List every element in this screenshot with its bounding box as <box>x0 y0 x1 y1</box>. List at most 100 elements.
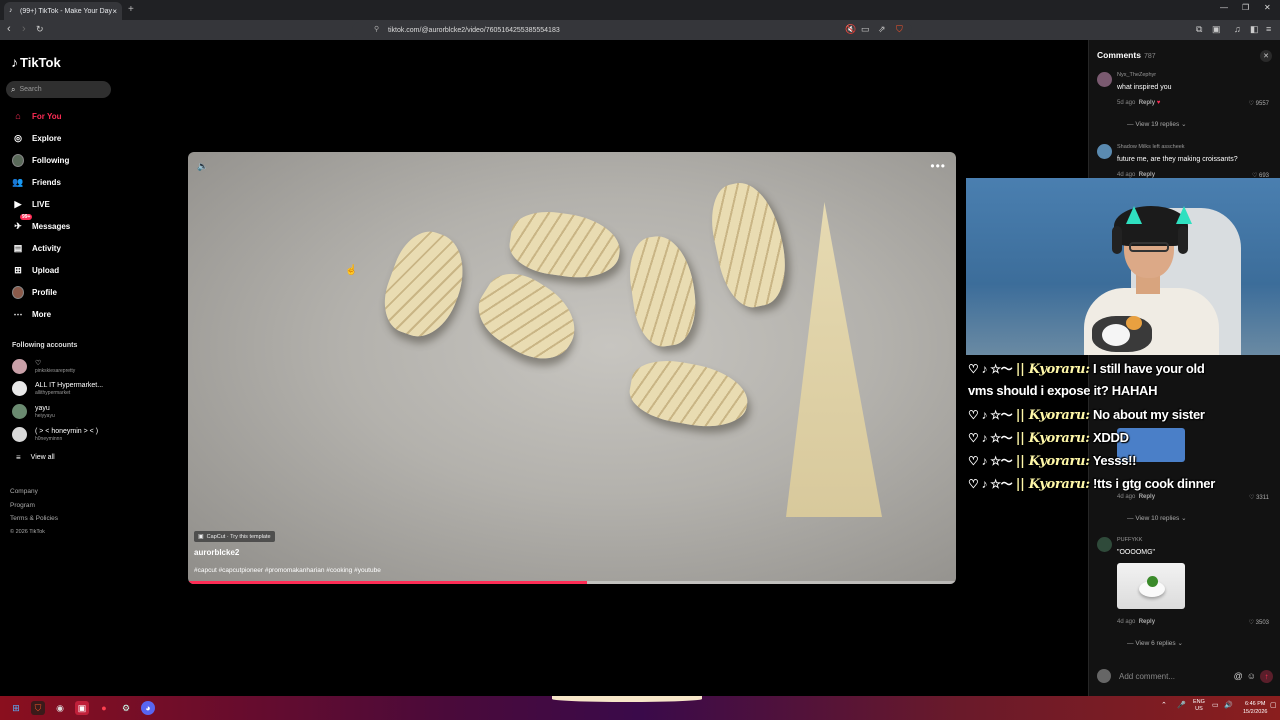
comment-text: what inspired you <box>1117 84 1172 91</box>
emoji-icon[interactable]: ☺ <box>1247 671 1256 681</box>
share-icon[interactable]: ⇗ <box>878 24 886 35</box>
tray-app-icon[interactable]: 🎤 <box>1177 701 1186 709</box>
comment-item: PUFFYKK "OOOOMG" 4d ago Reply ♡ 3503 — V… <box>1097 537 1273 653</box>
nav-activity[interactable]: ▤ Activity <box>12 241 61 255</box>
comment-username[interactable]: Shadow Milks left asscheek <box>1117 144 1185 150</box>
view-replies-button[interactable]: — View 10 replies ⌄ <box>1127 514 1187 522</box>
windows-start-icon[interactable]: ⊞ <box>9 701 23 715</box>
template-label: CapCut · Try this template <box>206 533 271 540</box>
view-replies-button[interactable]: — View 6 replies ⌄ <box>1127 639 1183 647</box>
view-replies-label: View 10 replies <box>1135 515 1180 522</box>
new-tab-icon[interactable]: + <box>128 4 134 15</box>
account-item[interactable]: ( ˃ ˂ honeymin ˃ ˂ ) h0neyminnn <box>12 427 98 442</box>
capcut-template-button[interactable]: ▣ CapCut · Try this template <box>194 531 275 542</box>
comment-sticker-image[interactable] <box>1117 563 1185 609</box>
steam-icon[interactable]: ⚙ <box>119 701 133 715</box>
view-all-link[interactable]: ≡ View all <box>16 453 55 462</box>
home-icon: ⌂ <box>15 111 21 121</box>
chat-message: ♡ ♪ ☆〜 || Kyoraru: XDDD <box>968 429 1129 446</box>
footer-link-terms[interactable]: Terms & Policies <box>10 512 58 526</box>
compass-icon: ◎ <box>14 132 22 143</box>
avatar[interactable] <box>1097 72 1112 87</box>
nav-live[interactable]: ▶ LIVE <box>12 197 50 211</box>
media-icon[interactable]: ♫ <box>1234 24 1241 34</box>
back-icon[interactable]: ‹ <box>7 23 11 35</box>
video-progress-bar[interactable] <box>188 581 956 584</box>
browser-tab-bar: ♪ (99+) TikTok - Make Your Day × + — ❐ ✕ <box>0 0 1280 20</box>
nav-profile[interactable]: Profile <box>12 285 57 299</box>
extensions-icon[interactable]: ⧉ <box>1196 24 1202 35</box>
list-icon: ≡ <box>16 453 21 462</box>
close-comments-icon[interactable]: ✕ <box>1260 50 1272 62</box>
nav-label: Friends <box>32 177 61 187</box>
send-comment-icon[interactable]: ↑ <box>1260 669 1273 683</box>
nav-explore[interactable]: ◎ Explore <box>12 131 61 145</box>
account-item[interactable]: ♡ pinkskiesarepretty <box>12 359 75 374</box>
menu-icon[interactable]: ≡ <box>1266 24 1271 34</box>
sidebar-toggle-icon[interactable]: ◧ <box>1250 24 1259 35</box>
brave-browser-icon[interactable]: ⛉ <box>31 701 45 715</box>
volume-icon[interactable]: 🔈 <box>197 161 208 172</box>
avatar[interactable] <box>1097 537 1112 552</box>
brave-shields-icon[interactable]: ⛉ <box>896 24 903 35</box>
minimize-icon[interactable]: — <box>1220 3 1228 12</box>
install-icon[interactable]: ▭ <box>861 24 870 35</box>
volume-tray-icon[interactable]: 🔊 <box>1224 701 1233 709</box>
search-input[interactable]: ⌕ Search <box>6 81 111 98</box>
close-window-icon[interactable]: ✕ <box>1264 3 1271 12</box>
keyboard-layout-label: US <box>1195 706 1203 712</box>
chrome-icon[interactable]: ◉ <box>53 701 67 715</box>
view-replies-button[interactable]: — View 19 replies ⌄ <box>1127 120 1187 128</box>
video-player[interactable]: 🔈 ••• ☝ ▣ CapCut · Try this template aur… <box>188 152 956 584</box>
comment-username[interactable]: Nyx_TheZephyr <box>1117 72 1156 78</box>
url-field[interactable]: ⚲ tiktok.com/@aurorblcke2/video/76051642… <box>352 22 912 38</box>
notifications-icon[interactable]: ▢ <box>1270 701 1277 709</box>
address-bar-row: ‹ › ↻ 🔖 ⚲ tiktok.com/@aurorblcke2/video/… <box>0 20 1280 40</box>
network-icon[interactable]: ▭ <box>1212 701 1219 709</box>
obs-icon[interactable]: ● <box>97 701 111 715</box>
view-all-label: View all <box>30 454 55 461</box>
wallet-icon[interactable]: ▣ <box>1212 24 1221 35</box>
nav-for-you[interactable]: ⌂ For You <box>12 109 61 123</box>
account-item[interactable]: yayu heiyyayu <box>12 404 55 419</box>
reply-button[interactable]: Reply <box>1139 100 1155 106</box>
system-clock[interactable]: 6:46 PM 15/2/2026 <box>1243 700 1267 716</box>
like-count[interactable]: ♡ 3311 <box>1249 494 1269 501</box>
video-author[interactable]: aurorblcke2 <box>194 548 239 557</box>
mute-tab-icon[interactable]: 🔇 <box>845 24 856 35</box>
restore-icon[interactable]: ❐ <box>1242 3 1249 12</box>
mention-icon[interactable]: @ <box>1234 671 1243 681</box>
footer-link-program[interactable]: Program <box>10 499 58 513</box>
reply-button[interactable]: Reply <box>1139 619 1155 625</box>
nav-following[interactable]: Following <box>12 153 69 167</box>
footer-link-company[interactable]: Company <box>10 485 58 499</box>
like-count[interactable]: ♡ 3503 <box>1249 619 1269 626</box>
tray-overflow-icon[interactable]: ⌃ <box>1161 701 1167 709</box>
nav-more[interactable]: ⋯ More <box>12 307 52 321</box>
tiktok-favicon-icon: ♪ <box>9 7 13 14</box>
app-icon[interactable]: ▣ <box>75 701 89 715</box>
chat-text: I still have your old <box>1093 361 1205 376</box>
forward-icon[interactable]: › <box>22 23 26 35</box>
tiktok-logo[interactable]: ♪ TikTok <box>11 54 61 70</box>
reload-icon[interactable]: ↻ <box>36 24 44 35</box>
close-tab-icon[interactable]: × <box>112 7 117 16</box>
more-options-icon[interactable]: ••• <box>930 159 946 173</box>
nav-label: Messages <box>32 221 71 231</box>
browser-tab[interactable]: ♪ (99+) TikTok - Make Your Day × <box>4 2 122 20</box>
reply-button[interactable]: Reply <box>1139 494 1155 500</box>
account-item[interactable]: ALL IT Hypermarket... allithypermarket <box>12 381 103 396</box>
add-comment-input[interactable]: Add comment... <box>1119 672 1234 681</box>
like-count[interactable]: ♡ 9557 <box>1249 100 1269 107</box>
site-info-icon[interactable]: ⚲ <box>374 25 379 33</box>
nav-messages[interactable]: ✈ 99+ Messages <box>12 214 71 233</box>
discord-icon[interactable]: ◕ <box>141 701 155 715</box>
comment-username[interactable]: PUFFYKK <box>1117 537 1142 543</box>
avatar[interactable] <box>1097 144 1112 159</box>
nav-upload[interactable]: ⊞ Upload <box>12 263 59 277</box>
language-indicator[interactable]: ENG US <box>1193 699 1205 713</box>
creator-like-icon: ♥ <box>1156 100 1161 106</box>
nav-friends[interactable]: 👥 Friends <box>12 175 61 189</box>
chat-badges: ♡ ♪ ☆〜 <box>968 408 1013 422</box>
video-hashtags[interactable]: #capcut #capcutpioneer #promomakanharian… <box>194 567 381 574</box>
